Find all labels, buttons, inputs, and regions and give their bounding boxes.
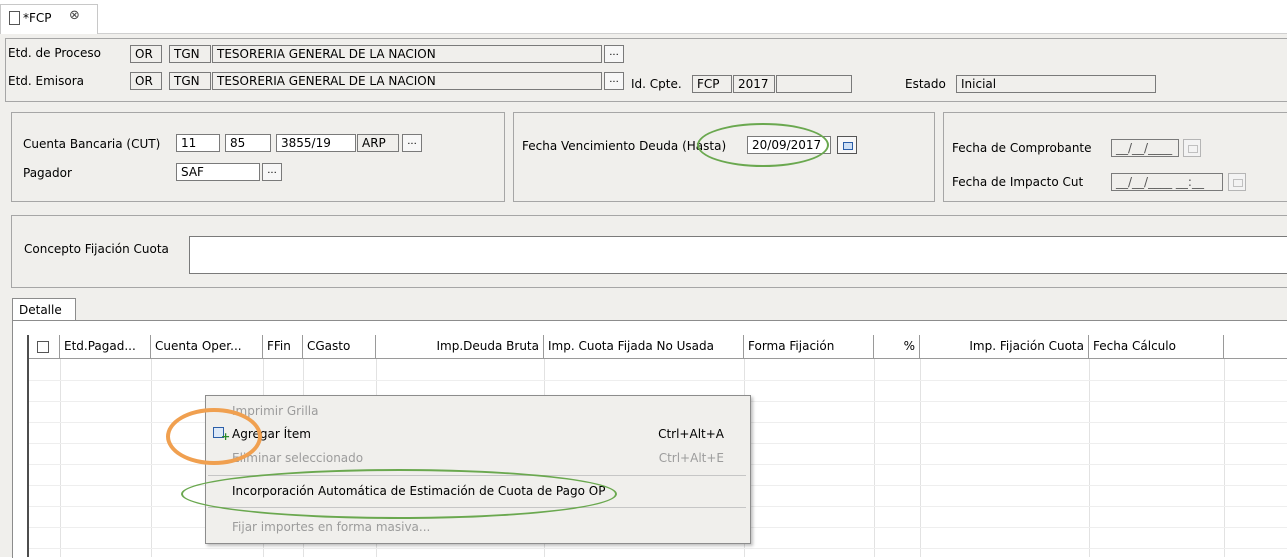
etd-proceso-lookup-button[interactable]: ... (604, 45, 624, 63)
menu-shortcut-eliminar: Ctrl+Alt+E (658, 451, 724, 465)
etd-proceso-label: Etd. de Proceso (8, 46, 101, 60)
menu-separator (208, 475, 746, 476)
id-cpte-label: Id. Cpte. (631, 77, 682, 91)
fecha-comprobante-label: Fecha de Comprobante (952, 141, 1092, 155)
cuenta-field-3[interactable]: 3855/19 (276, 134, 356, 152)
cuenta-lookup-button[interactable]: ... (402, 134, 422, 152)
etd-emisora-code1-field: OR (130, 72, 162, 90)
menu-item-agregar-item[interactable]: Agregar Ítem (232, 427, 311, 441)
fechas-group: Fecha de Comprobante __/__/____ Fecha de… (943, 112, 1287, 202)
col-header-forma-fijacion[interactable]: Forma Fijación (744, 335, 874, 359)
id-cpte-year-field: 2017 (733, 75, 775, 93)
col-header-imp-cuota-fijada-no-usada[interactable]: Imp. Cuota Fijada No Usada (544, 335, 744, 359)
pagador-field[interactable]: SAF (176, 163, 260, 181)
select-all-header (29, 335, 60, 359)
col-header-imp-fijacion-cuota[interactable]: Imp. Fijación Cuota (920, 335, 1089, 359)
fecha-impacto-field: __/__/____ __:__ (1111, 173, 1223, 191)
etd-emisora-label: Etd. Emisora (8, 74, 85, 88)
col-header-percent[interactable]: % (874, 335, 920, 359)
tab-title: *FCP (23, 11, 52, 25)
etd-emisora-lookup-button[interactable]: ... (604, 72, 624, 90)
context-menu: Imprimir Grilla + Agregar Ítem Ctrl+Alt+… (205, 395, 751, 544)
pagador-lookup-button[interactable]: ... (262, 163, 282, 181)
cuenta-currency-field: ARP (357, 134, 399, 152)
id-cpte-type-field: FCP (692, 75, 732, 93)
tab-fcp[interactable]: *FCP ⊗ (0, 4, 98, 34)
pagador-label: Pagador (23, 166, 72, 180)
cuenta-field-1[interactable]: 11 (176, 134, 220, 152)
tab-detalle-label: Detalle (19, 303, 62, 317)
concepto-textarea[interactable] (189, 236, 1287, 274)
concepto-label: Concepto Fijación Cuota (24, 242, 169, 256)
menu-item-eliminar-seleccionado[interactable]: Eliminar seleccionado (232, 451, 363, 465)
menu-separator (208, 507, 746, 508)
calendar-icon[interactable] (837, 136, 857, 154)
tab-detalle[interactable]: Detalle (12, 298, 76, 321)
col-header-ffin[interactable]: FFin (263, 335, 303, 359)
header-group: Etd. de Proceso OR TGN TESORERIA GENERAL… (5, 38, 1287, 102)
menu-item-imprimir-grilla[interactable]: Imprimir Grilla (232, 404, 318, 418)
plus-icon: + (221, 430, 231, 443)
concepto-group: Concepto Fijación Cuota (11, 215, 1287, 288)
cuenta-group: Cuenta Bancaria (CUT) 11 85 3855/19 ARP … (11, 112, 505, 202)
estado-label: Estado (905, 77, 946, 91)
cuenta-label: Cuenta Bancaria (CUT) (23, 137, 161, 151)
grid-row-line (29, 380, 1287, 381)
estado-field: Inicial (956, 75, 1156, 93)
close-icon[interactable]: ⊗ (69, 8, 80, 23)
menu-item-incorporacion-automatica[interactable]: Incorporación Automática de Estimación d… (232, 484, 605, 498)
etd-proceso-code2-field: TGN (169, 45, 211, 63)
fecha-comprobante-field: __/__/____ (1111, 139, 1179, 157)
document-icon (9, 11, 20, 25)
etd-emisora-code2-field: TGN (169, 72, 211, 90)
select-all-checkbox[interactable] (37, 341, 49, 353)
fecha-vencimiento-label: Fecha Vencimiento Deuda (Hasta) (522, 139, 727, 153)
menu-shortcut-agregar: Ctrl+Alt+A (658, 427, 724, 441)
editor-tabstrip: *FCP ⊗ (0, 0, 1287, 34)
cuenta-field-2[interactable]: 85 (225, 134, 271, 152)
calendar-icon (1228, 173, 1246, 191)
col-header-imp-deuda-bruta[interactable]: Imp.Deuda Bruta (376, 335, 544, 359)
col-header-fecha-calculo[interactable]: Fecha Cálculo (1089, 335, 1224, 359)
id-cpte-number-field (776, 75, 852, 93)
col-header-cgasto[interactable]: CGasto (303, 335, 376, 359)
col-header-etd-pagad[interactable]: Etd.Pagad... (60, 335, 151, 359)
col-header-filler (1224, 335, 1287, 359)
grid-row-line (29, 548, 1287, 549)
fecha-vencimiento-group: Fecha Vencimiento Deuda (Hasta) 20/09/20… (513, 112, 935, 202)
col-header-cuenta-oper[interactable]: Cuenta Oper... (151, 335, 263, 359)
calendar-icon (1183, 139, 1201, 157)
fecha-impacto-label: Fecha de Impacto Cut (952, 175, 1084, 189)
etd-proceso-name-field: TESORERIA GENERAL DE LA NACION (212, 45, 602, 63)
etd-proceso-code1-field: OR (130, 45, 162, 63)
fecha-vencimiento-field[interactable]: 20/09/2017 (747, 136, 831, 154)
menu-item-fijar-importes[interactable]: Fijar importes en forma masiva... (232, 520, 430, 534)
etd-emisora-name-field: TESORERIA GENERAL DE LA NACION (212, 72, 602, 90)
